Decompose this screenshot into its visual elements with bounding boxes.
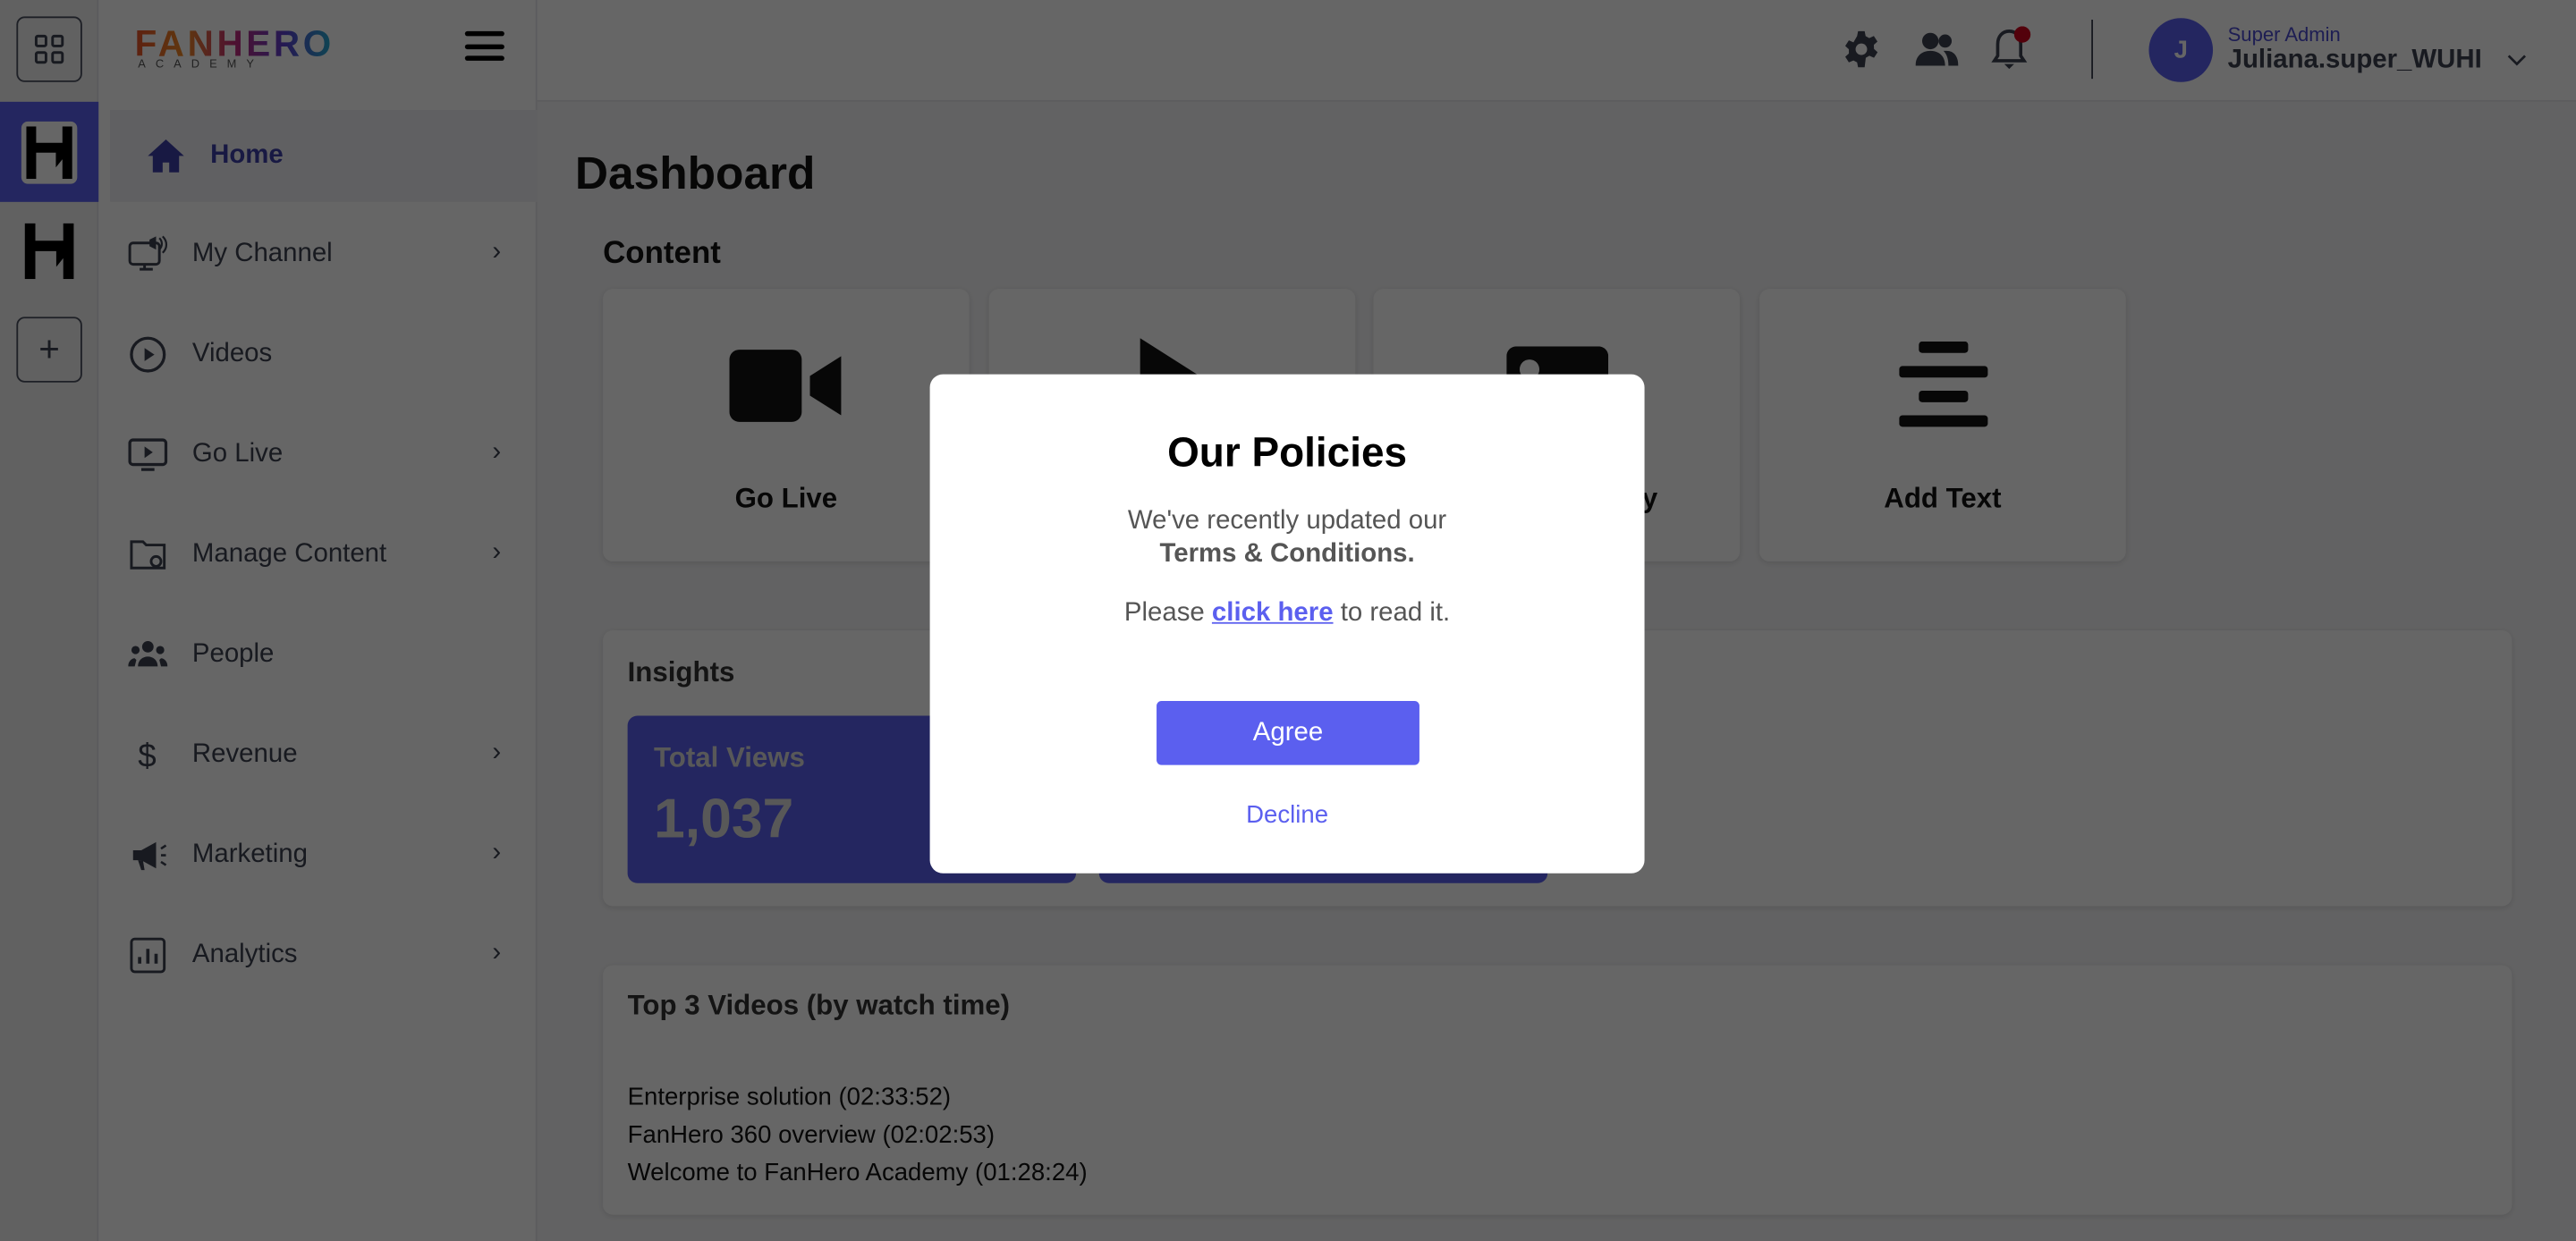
policies-modal: Our Policies We've recently updated our …: [929, 374, 1645, 874]
decline-button[interactable]: Decline: [930, 801, 1645, 829]
play-circle-icon: [128, 335, 167, 375]
grid-icon: [34, 34, 64, 64]
sidebar-item-label: Videos: [191, 340, 273, 368]
dollar-icon: $: [128, 736, 167, 775]
sidebar-item-label: My Channel: [191, 240, 333, 268]
sidebar-item-marketing[interactable]: Marketing ›: [98, 809, 537, 901]
terms-text: Terms & Conditions.: [1159, 540, 1415, 569]
top-video-item[interactable]: Welcome to FanHero Academy (01:28:24): [628, 1154, 1088, 1192]
chevron-down-icon[interactable]: [2507, 55, 2527, 68]
chevron-right-icon: ›: [492, 739, 502, 767]
sidebar-item-label: Marketing: [191, 840, 308, 869]
fh-logo-icon: [21, 220, 77, 283]
users-icon[interactable]: [1915, 31, 1959, 67]
workspace-rail: +: [0, 0, 111, 1241]
sidebar-item-analytics[interactable]: Analytics ›: [98, 909, 537, 1001]
plus-icon: +: [38, 328, 60, 370]
top-video-item[interactable]: Enterprise solution (02:33:52): [628, 1078, 1088, 1116]
chevron-right-icon: ›: [492, 538, 502, 567]
notification-dot: [2013, 26, 2031, 43]
card-label: Go Live: [734, 482, 838, 514]
sidebar-item-people[interactable]: People: [98, 609, 537, 701]
top-videos-panel: Top 3 Videos (by watch time) Enterprise …: [603, 965, 2512, 1215]
content-card-add-text[interactable]: Add Text: [1759, 289, 2126, 561]
video-camera-icon: [728, 350, 841, 422]
people-icon: [128, 636, 168, 675]
fh-logo-icon: [21, 120, 78, 183]
top-videos-heading: Top 3 Videos (by watch time): [627, 990, 1011, 1021]
megaphone-icon: [128, 836, 167, 875]
sidebar: FANHERO ACADEMY Home My Channel › Videos Go …: [98, 0, 538, 1241]
content-card-go-live[interactable]: Go Live: [603, 289, 970, 561]
sidebar-item-videos[interactable]: Videos: [98, 308, 537, 401]
add-workspace-button[interactable]: +: [16, 317, 82, 383]
user-role: Super Admin: [2227, 22, 2341, 46]
chevron-right-icon: ›: [492, 839, 502, 867]
page-title: Dashboard: [574, 148, 816, 199]
monitor-speaker-icon: [128, 235, 168, 274]
insights-heading: Insights: [627, 656, 735, 688]
sidebar-item-label: Go Live: [191, 440, 284, 469]
top-bar: J Super Admin Juliana.super_WUHI: [537, 0, 2576, 102]
card-label: Add Text: [1884, 482, 2002, 514]
modal-text: to read it.: [1333, 599, 1451, 628]
sidebar-item-label: Analytics: [191, 941, 298, 969]
agree-button[interactable]: Agree: [1157, 700, 1419, 765]
sidebar-item-home[interactable]: Home: [110, 110, 538, 202]
sidebar-item-label: People: [191, 640, 275, 669]
apps-grid-button[interactable]: [16, 16, 82, 82]
content-heading: Content: [603, 236, 721, 271]
divider: [2091, 20, 2093, 80]
sidebar-item-my-channel[interactable]: My Channel ›: [98, 208, 537, 300]
chevron-right-icon: ›: [492, 939, 502, 967]
sidebar-item-manage-content[interactable]: Manage Content ›: [98, 509, 537, 601]
modal-title: Our Policies: [1167, 430, 1408, 477]
logo-subtitle: ACADEMY: [138, 59, 265, 71]
sidebar-item-label: Manage Content: [191, 540, 387, 569]
sidebar-item-label: Revenue: [191, 740, 298, 769]
avatar[interactable]: J: [2148, 18, 2214, 82]
modal-text: We've recently updated our: [1127, 507, 1447, 536]
text-align-icon: [1898, 341, 1987, 427]
workspace-fanhero[interactable]: [21, 220, 77, 283]
sidebar-item-label: Home: [210, 140, 284, 170]
live-screen-icon: [128, 435, 168, 475]
top-video-item[interactable]: FanHero 360 overview (02:02:53): [628, 1116, 1088, 1153]
user-name[interactable]: Juliana.super_WUHI: [2228, 46, 2482, 75]
bar-chart-icon: [128, 936, 167, 975]
sidebar-item-revenue[interactable]: $ Revenue ›: [98, 709, 537, 801]
modal-text: Please: [1123, 599, 1212, 628]
chevron-right-icon: ›: [492, 238, 502, 266]
menu-toggle-button[interactable]: [464, 30, 504, 61]
bell-icon[interactable]: [1989, 26, 2032, 72]
home-icon: [146, 136, 185, 175]
folder-gear-icon: [128, 536, 167, 575]
terms-link[interactable]: click here: [1212, 599, 1334, 627]
chevron-right-icon: ›: [492, 438, 502, 467]
svg-text:$: $: [138, 737, 156, 773]
workspace-fanhero-active[interactable]: [0, 101, 111, 202]
sidebar-item-go-live[interactable]: Go Live ›: [98, 409, 537, 501]
gear-icon[interactable]: [1842, 30, 1881, 69]
